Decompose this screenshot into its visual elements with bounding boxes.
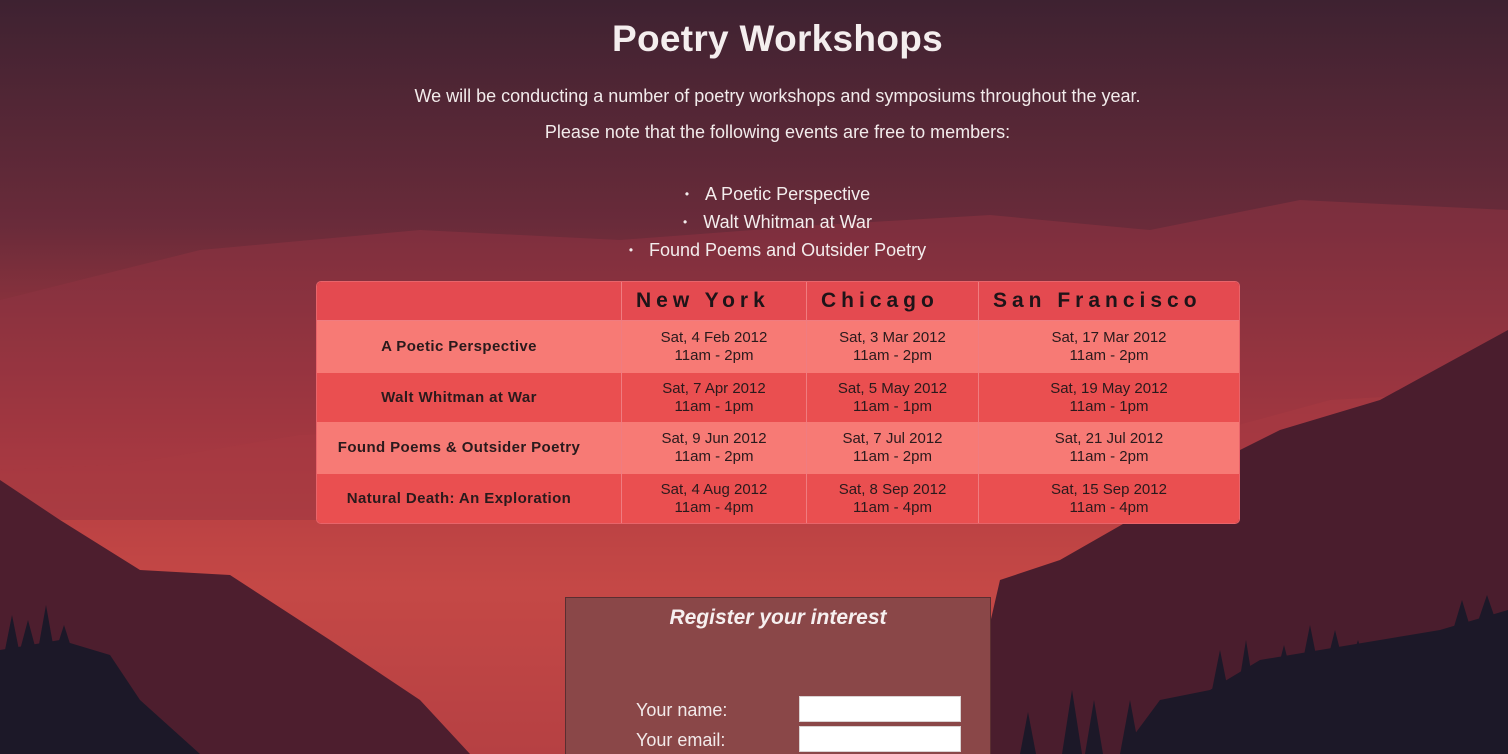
event-date: Sat, 4 Aug 2012 (660, 480, 768, 498)
column-header-new-york: New York (621, 282, 807, 321)
event-date: Sat, 5 May 2012 (837, 379, 948, 397)
event-date: Sat, 7 Jul 2012 (842, 430, 943, 447)
table-cell: Sat, 15 Sep 2012 11am - 4pm (978, 474, 1239, 523)
event-date: Sat, 19 May 2012 (1050, 379, 1168, 397)
workshop-name: Natural Death: An Exploration (317, 474, 622, 523)
name-row: Your name: (566, 696, 990, 724)
email-label: Your email: (636, 730, 726, 750)
table-cell: Sat, 9 Jun 2012 11am - 2pm (621, 422, 807, 474)
event-time: 11am - 2pm (1069, 448, 1149, 465)
email-input[interactable] (799, 726, 961, 752)
event-date: Sat, 8 Sep 2012 (838, 480, 947, 498)
event-time: 11am - 4pm (674, 498, 754, 516)
table-cell: Sat, 21 Jul 2012 11am - 2pm (978, 422, 1239, 474)
page-content: Poetry Workshops We will be conducting a… (0, 0, 1508, 754)
event-time: 11am - 2pm (853, 448, 932, 465)
table-cell: Sat, 7 Jul 2012 11am - 2pm (806, 422, 979, 474)
table-row: Walt Whitman at War Sat, 7 Apr 2012 11am … (317, 373, 1239, 422)
free-events-list: A Poetic Perspective Walt Whitman at War… (0, 180, 1508, 264)
event-time: 11am - 1pm (674, 397, 754, 415)
table-row: Natural Death: An Exploration Sat, 4 Aug… (317, 474, 1239, 523)
table-cell: Sat, 5 May 2012 11am - 1pm (806, 373, 979, 422)
list-item: Found Poems and Outsider Poetry (0, 236, 1508, 264)
workshop-name: A Poetic Perspective (317, 320, 622, 373)
workshop-schedule-table: New York Chicago San Francisco A Poetic … (317, 282, 1239, 523)
event-date: Sat, 4 Feb 2012 (660, 329, 768, 346)
intro-text: We will be conducting a number of poetry… (414, 86, 1141, 106)
name-input[interactable] (799, 696, 961, 722)
workshop-name: Found Poems & Outsider Poetry (317, 422, 622, 474)
table-cell: Sat, 17 Mar 2012 11am - 2pm (978, 320, 1239, 373)
email-row: Your email: (566, 726, 990, 754)
event-time: 11am - 2pm (853, 347, 932, 364)
table-cell: Sat, 8 Sep 2012 11am - 4pm (806, 474, 979, 523)
column-header-chicago: Chicago (806, 282, 979, 321)
table-row: A Poetic Perspective Sat, 4 Feb 2012 11am… (317, 320, 1239, 373)
event-time: 11am - 2pm (1069, 347, 1149, 364)
event-time: 11am - 1pm (1069, 397, 1149, 415)
event-date: Sat, 3 Mar 2012 (839, 329, 946, 346)
event-date: Sat, 15 Sep 2012 (1051, 480, 1167, 498)
register-interest-form: Register your interest Your name: Your e… (565, 597, 991, 754)
name-label: Your name: (636, 700, 728, 720)
event-date: Sat, 7 Apr 2012 (662, 379, 766, 397)
event-date: Sat, 9 Jun 2012 (661, 430, 767, 447)
event-date: Sat, 17 Mar 2012 (1051, 329, 1167, 346)
event-time: 11am - 4pm (1069, 498, 1149, 516)
list-item: A Poetic Perspective (0, 180, 1508, 208)
table-cell: Sat, 4 Aug 2012 11am - 4pm (621, 474, 807, 523)
table-row: Found Poems & Outsider Poetry Sat, 9 Jun… (317, 422, 1239, 474)
table-header-row: New York Chicago San Francisco (317, 282, 1239, 321)
table-cell: Sat, 19 May 2012 11am - 1pm (978, 373, 1239, 422)
event-time: 11am - 2pm (674, 347, 754, 364)
event-time: 11am - 2pm (674, 448, 754, 465)
table-header-corner (317, 282, 622, 321)
event-date: Sat, 21 Jul 2012 (1054, 430, 1164, 447)
workshop-name: Walt Whitman at War (317, 373, 622, 422)
page-title: Poetry Workshops (611, 18, 944, 59)
table-cell: Sat, 4 Feb 2012 11am - 2pm (621, 320, 807, 373)
list-item: Walt Whitman at War (0, 208, 1508, 236)
event-time: 11am - 1pm (853, 397, 932, 415)
event-time: 11am - 4pm (853, 498, 932, 516)
table-cell: Sat, 3 Mar 2012 11am - 2pm (806, 320, 979, 373)
members-note: Please note that the following events ar… (544, 122, 1011, 142)
table-cell: Sat, 7 Apr 2012 11am - 1pm (621, 373, 807, 422)
column-header-san-francisco: San Francisco (978, 282, 1239, 321)
form-heading: Register your interest (669, 606, 887, 629)
